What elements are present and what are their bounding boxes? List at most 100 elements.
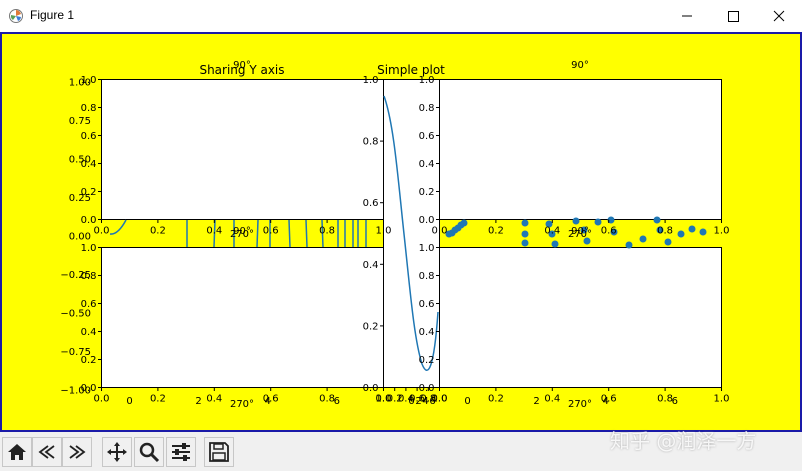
theta-label: 90°: [233, 226, 251, 237]
x-tick-label: 0.4: [544, 394, 560, 405]
x-tick-label: 6: [429, 396, 435, 407]
x-tick-label: 6: [334, 396, 340, 407]
scatter-point: [572, 217, 580, 225]
y-tick-label: 0.0: [81, 215, 97, 226]
home-icon: [8, 444, 26, 460]
move-icon: [107, 442, 127, 462]
scatter-point: [521, 230, 529, 238]
window-title: Figure 1: [30, 8, 75, 22]
axes-top-right: [439, 79, 722, 220]
close-button[interactable]: [756, 0, 802, 32]
minimize-button[interactable]: [664, 0, 710, 32]
x-tick-label: 0.8: [657, 226, 673, 237]
y-tick-label: 1.00: [69, 78, 91, 89]
x-tick-label: 0.6: [601, 226, 617, 237]
y-tick-label: 0.6: [81, 131, 97, 142]
polar-line-segment: [256, 219, 259, 248]
configure-button[interactable]: [166, 437, 196, 467]
x-tick-label: 0.4: [206, 226, 222, 237]
matplotlib-icon: [9, 9, 23, 23]
y-tick-label: 0.00: [69, 232, 91, 243]
y-tick-label: 0.8: [419, 271, 435, 282]
x-tick-label: 0.2: [488, 226, 504, 237]
x-tick-label: 0.4: [544, 226, 560, 237]
zoom-button[interactable]: [134, 437, 164, 467]
x-tick-label: 1.0: [714, 394, 730, 405]
pan-button[interactable]: [102, 437, 132, 467]
y-tick-label: 0.2: [419, 187, 435, 198]
y-tick-label: 0.4: [363, 260, 379, 271]
x-tick-label: 0.8: [319, 226, 335, 237]
y-tick-label: 0.4: [419, 327, 435, 338]
y-tick-label: 1.0: [419, 243, 435, 254]
x-tick-label: 0: [126, 396, 132, 407]
scatter-point: [699, 228, 707, 236]
y-tick-label: −0.75: [60, 347, 91, 358]
x-tick-label: 4: [264, 396, 270, 407]
x-tick-label: 4: [422, 396, 428, 407]
theta-label: 270°: [230, 399, 254, 410]
x-tick-label: 0.6: [263, 226, 279, 237]
y-tick-label: 0.8: [363, 137, 379, 148]
y-tick-label: 0.2: [363, 321, 379, 332]
maximize-button[interactable]: [710, 0, 756, 32]
y-tick-label: 0.0: [419, 215, 435, 226]
y-tick-label: −1.00: [60, 386, 91, 397]
figure-canvas-frame: 0.0 0.2 0.4 0.6 0.8 1.0 0.0 0.2 0.4 0.6 0.8 1.0 0.0 0…: [0, 32, 802, 432]
x-tick-label: 0.2: [150, 394, 166, 405]
x-tick-label: 0.0: [94, 226, 110, 237]
y-tick-label: 0.6: [419, 131, 435, 142]
x-tick-label: 1.0: [714, 226, 730, 237]
window-title-bar: Figure 1: [0, 0, 802, 32]
x-tick-label: 0: [408, 396, 414, 407]
x-tick-label: 0.2: [150, 226, 166, 237]
back-arrow-icon: [38, 445, 55, 459]
x-tick-label: 0.2: [488, 394, 504, 405]
home-button[interactable]: [2, 437, 32, 467]
y-tick-label: −0.25: [60, 270, 91, 281]
scatter-point: [688, 225, 696, 233]
axes-bottom-right: [439, 247, 722, 388]
chart-title: Sharing Y axis: [199, 63, 284, 77]
axes-top-left: [101, 79, 384, 220]
y-tick-label: 0.25: [69, 193, 91, 204]
sliders-icon: [172, 443, 190, 461]
y-tick-label: 0.4: [81, 327, 97, 338]
forward-arrow-icon: [69, 445, 86, 459]
x-tick-label: 2: [415, 396, 421, 407]
x-tick-label: 1.0: [376, 226, 392, 237]
watermark-text: 知乎 @润泽一方: [610, 429, 757, 453]
y-tick-label: 0.75: [69, 116, 91, 127]
y-tick-label: 0.8: [419, 103, 435, 114]
theta-label: 90°: [571, 226, 589, 237]
scatter-point: [460, 219, 468, 227]
back-button[interactable]: [32, 437, 62, 467]
scatter-point: [551, 240, 559, 248]
scatter-point: [594, 218, 602, 226]
x-tick-label: 6: [672, 396, 678, 407]
scatter-point: [625, 241, 633, 249]
x-tick-label: 0: [464, 396, 470, 407]
forward-button[interactable]: [62, 437, 92, 467]
chart-title: Simple plot: [377, 63, 445, 77]
x-tick-label: 4: [602, 396, 608, 407]
y-tick-label: 0.50: [69, 155, 91, 166]
y-tick-label: 0.4: [419, 159, 435, 170]
polar-line-segment: [305, 219, 308, 248]
minimize-icon: [682, 15, 692, 17]
theta-label: 90°: [571, 60, 589, 71]
x-tick-label: 2: [195, 396, 201, 407]
scatter-point: [639, 235, 647, 243]
y-tick-label: 1.0: [81, 243, 97, 254]
save-button[interactable]: [204, 437, 234, 467]
y-tick-label: 0.0: [419, 383, 435, 394]
zoom-icon: [139, 442, 160, 463]
x-tick-label: 0.4: [206, 394, 222, 405]
y-tick-label: 0.0: [363, 383, 379, 394]
figure-canvas[interactable]: 0.0 0.2 0.4 0.6 0.8 1.00.00.20.40.60.81.00.0 0…: [2, 34, 800, 430]
y-tick-label: 0.6: [419, 299, 435, 310]
scatter-point: [664, 238, 672, 246]
x-tick-label: 2: [533, 396, 539, 407]
scatter-point: [521, 239, 529, 247]
close-icon: [773, 10, 785, 22]
